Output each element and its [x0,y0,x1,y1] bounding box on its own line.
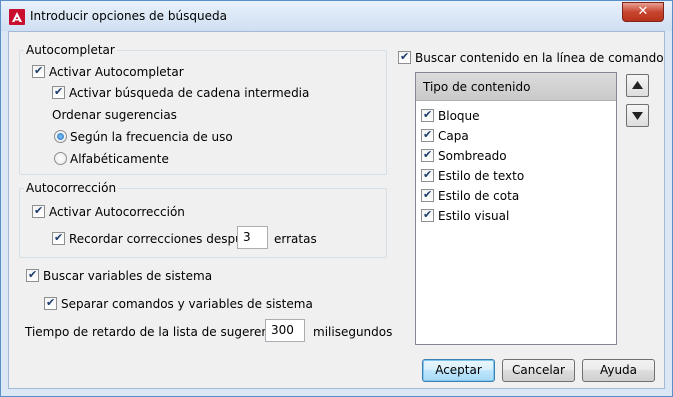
search-content-label[interactable]: Buscar contenido en la línea de comando [415,51,664,65]
sort-by-frequency-label[interactable]: Según la frecuencia de uso [70,130,233,144]
list-item-label: Bloque [438,109,480,123]
estilo-visual-checkbox[interactable] [421,207,434,223]
content-type-header-label: Tipo de contenido [423,80,531,94]
autocad-logo-icon [9,9,25,25]
search-system-variables-label[interactable]: Buscar variables de sistema [43,269,212,283]
list-item-sombreado[interactable]: Sombreado [421,147,611,165]
list-item-bloque[interactable]: Bloque [421,107,611,125]
capa-checkbox[interactable] [421,127,434,143]
sort-by-frequency-radio[interactable] [54,130,67,143]
title-bar[interactable]: Introducir opciones de búsqueda ✕ [1,1,672,31]
list-item-label: Capa [438,129,469,143]
list-item-estilo-cota[interactable]: Estilo de cota [421,187,611,205]
sort-suggestions-label: Ordenar sugerencias [52,108,177,122]
autocorrect-group: Autocorrección Activar Autocorrección Re… [19,181,387,258]
enable-autocomplete-label[interactable]: Activar Autocompletar [49,65,184,79]
cancel-button[interactable]: Cancelar [502,359,575,382]
dialog-body: Autocompletar Activar Autocompletar Acti… [8,31,665,389]
suggestion-delay-input[interactable]: 300 [265,319,305,342]
search-content-checkbox[interactable] [398,49,411,65]
content-type-list[interactable]: Tipo de contenido Bloque Capa Sombreado … [415,72,617,345]
sort-alphabetical-radio[interactable] [54,152,67,165]
suggestion-delay-label: Tiempo de retardo de la lista de sugeren… [25,325,293,339]
move-up-button[interactable] [626,74,649,97]
list-item-capa[interactable]: Capa [421,127,611,145]
enable-autocomplete-checkbox[interactable] [32,63,45,79]
separate-commands-checkbox[interactable] [44,295,57,311]
separate-commands-label[interactable]: Separar comandos y variables de sistema [61,297,313,311]
list-item-estilo-texto[interactable]: Estilo de texto [421,167,611,185]
search-system-variables-checkbox[interactable] [26,267,39,283]
triangle-up-icon [632,81,643,89]
close-icon: ✕ [637,4,649,19]
list-item-label: Sombreado [438,149,507,163]
sombreado-checkbox[interactable] [421,147,434,163]
suggestion-delay-unit: milisegundos [313,325,393,339]
enable-autocorrect-label[interactable]: Activar Autocorrección [49,205,185,219]
content-type-header[interactable]: Tipo de contenido [416,73,616,101]
remember-corrections-label[interactable]: Recordar correcciones después [69,232,256,246]
list-item-label: Estilo visual [438,209,510,223]
remember-corrections-checkbox[interactable] [52,230,65,246]
move-down-button[interactable] [626,104,649,127]
typo-suffix-label: erratas [274,232,317,246]
autocomplete-group: Autocompletar Activar Autocompletar Acti… [19,43,387,175]
estilo-texto-checkbox[interactable] [421,167,434,183]
list-item-label: Estilo de texto [438,169,525,183]
list-item-label: Estilo de cota [438,189,520,203]
sort-alphabetical-label[interactable]: Alfabéticamente [70,152,169,166]
estilo-cota-checkbox[interactable] [421,187,434,203]
window-title: Introducir opciones de búsqueda [30,9,227,23]
help-button[interactable]: Ayuda [582,359,655,382]
triangle-down-icon [632,112,643,120]
typo-count-input[interactable]: 3 [237,226,268,249]
enable-autocorrect-checkbox[interactable] [32,203,45,219]
substring-search-checkbox[interactable] [52,84,65,100]
dialog-window: Introducir opciones de búsqueda ✕ Autoco… [0,0,673,397]
substring-search-label[interactable]: Activar búsqueda de cadena intermedia [69,86,309,100]
bloque-checkbox[interactable] [421,107,434,123]
autocorrect-legend: Autocorrección [24,181,119,195]
list-item-estilo-visual[interactable]: Estilo visual [421,207,611,225]
autocomplete-legend: Autocompletar [24,43,117,57]
close-button[interactable]: ✕ [622,2,664,22]
ok-button[interactable]: Aceptar [422,359,495,382]
